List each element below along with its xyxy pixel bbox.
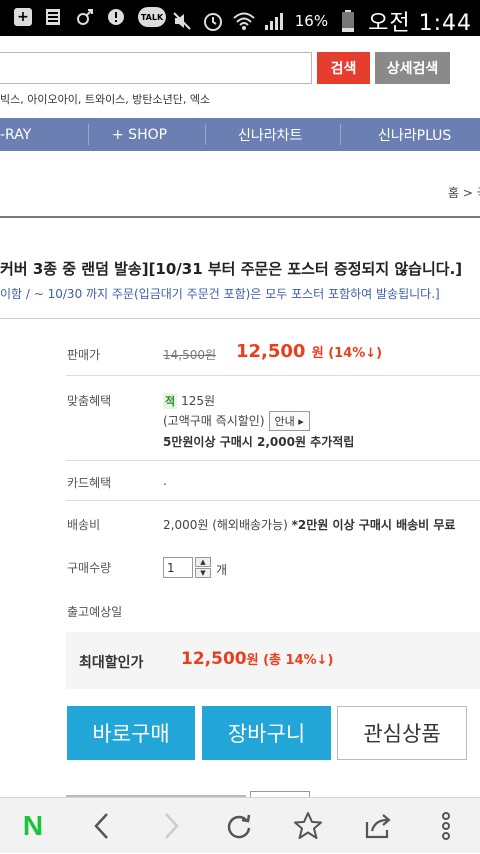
back-button[interactable]: [72, 798, 132, 854]
back-icon: [94, 813, 108, 839]
divider: [0, 216, 480, 218]
decrease-quantity-icon[interactable]: ▼: [195, 568, 211, 578]
shipping-value: 2,000원 (해외배송가능): [163, 518, 292, 532]
quantity-input[interactable]: 1: [163, 557, 193, 578]
points-value: 125원: [181, 394, 216, 408]
add-to-cart-button[interactable]: 장바구니: [202, 706, 331, 760]
share-button[interactable]: [348, 798, 408, 854]
sale-price: 12,500 원 (14%↓): [236, 341, 382, 362]
status-bar: + TALK 16% 오전 1:44: [0, 0, 480, 36]
increase-quantity-icon[interactable]: ▲: [195, 557, 211, 567]
quantity-unit: 개: [216, 563, 228, 577]
sale-price-unit: 원 (14%↓): [311, 346, 383, 361]
search-input[interactable]: [0, 52, 312, 84]
points-row: 적 125원: [163, 392, 215, 409]
nav-divider: [88, 124, 89, 145]
alert-icon: [106, 6, 128, 28]
divider: [66, 460, 480, 461]
shipping-note: *2만원 이상 구매시 배송비 무료: [291, 518, 456, 532]
card-benefit-value: .: [163, 474, 167, 488]
naver-home-button[interactable]: N: [3, 798, 63, 854]
bookmark-button[interactable]: [278, 798, 338, 854]
add-icon: +: [14, 8, 32, 26]
price-label: 판매가: [67, 348, 101, 362]
divider: [0, 318, 480, 319]
product-notice: 이함 / ~ 10/30 까지 주문(입금대기 주문건 포함)은 모두 포스터 …: [0, 287, 440, 301]
battery-percent: 16%: [294, 12, 329, 30]
product-title: 커버 3종 중 랜덤 발송][10/31 부터 주문은 포스터 증정되지 않습니…: [0, 260, 463, 278]
nav-divider: [205, 124, 206, 145]
shipping-row: 2,000원 (해외배송가능) *2만원 이상 구매시 배송비 무료: [163, 516, 455, 533]
shipping-label: 배송비: [67, 518, 101, 532]
points-note-row: (고액구매 즉시할인) 안내 ▸: [163, 411, 310, 431]
buy-now-button[interactable]: 바로구매: [67, 706, 195, 760]
release-date-label: 출고예상일: [67, 605, 123, 619]
max-discount-label: 최대할인가: [79, 655, 144, 671]
benefit-label: 맞춤혜택: [67, 394, 112, 408]
search-button[interactable]: 검색: [317, 52, 370, 84]
divider: [66, 500, 480, 501]
talk-icon: TALK: [138, 7, 166, 27]
category-nav: -RAY + SHOP 신나라차트 신나라PLUS: [0, 118, 480, 151]
sale-price-value: 12,500: [236, 341, 306, 362]
quantity-stepper: ▲ ▼: [195, 557, 211, 578]
more-menu-icon: [442, 812, 450, 840]
nav-item-bluray[interactable]: -RAY: [0, 118, 31, 151]
naver-logo: N: [22, 810, 44, 841]
forward-button[interactable]: [141, 798, 201, 854]
forward-icon: [165, 813, 179, 839]
refresh-button[interactable]: [209, 798, 269, 854]
max-discount-value: 12,500: [181, 649, 247, 669]
quantity-label: 구매수량: [67, 561, 112, 575]
more-menu-button[interactable]: [416, 798, 476, 854]
points-note: (고액구매 즉시할인): [163, 414, 265, 428]
browser-toolbar: N: [0, 797, 480, 853]
original-price: 14,500원: [163, 348, 217, 362]
bookmark-star-icon: [294, 812, 322, 839]
breadcrumb[interactable]: 홈 > 국: [448, 184, 480, 201]
gender-icon: [74, 6, 96, 28]
nav-item-plus[interactable]: 신나라PLUS: [378, 118, 451, 151]
nav-item-chart[interactable]: 신나라차트: [238, 118, 302, 151]
popular-keywords[interactable]: 빅스, 아이오아이, 트와이스, 방탄소년단, 엑소: [0, 91, 210, 107]
mute-icon: [171, 10, 193, 32]
nav-divider: [340, 124, 341, 145]
refresh-icon: [227, 814, 251, 839]
alarm-icon: [202, 10, 224, 32]
wishlist-button[interactable]: 관심상품: [337, 706, 467, 760]
nav-item-shop[interactable]: + SHOP: [112, 118, 167, 151]
points-extra: 5만원이상 구매시 2,000원 추가적립: [163, 435, 355, 449]
guide-button[interactable]: 안내 ▸: [268, 411, 310, 431]
battery-icon: [337, 10, 359, 32]
card-benefit-label: 카드혜택: [67, 476, 112, 490]
max-discount-unit: 원 (총 14%↓): [246, 653, 334, 668]
signal-icon: [264, 10, 286, 32]
clock: 오전 1:44: [368, 11, 472, 36]
divider: [66, 375, 480, 376]
max-discount-price: 12,500원 (총 14%↓): [181, 649, 333, 669]
search-bar: 검색 상세검색: [0, 52, 480, 84]
wifi-icon: [233, 10, 255, 32]
sim-icon: [42, 6, 64, 28]
share-icon: [365, 814, 391, 839]
advanced-search-button[interactable]: 상세검색: [375, 52, 450, 84]
points-badge: 적: [163, 393, 178, 409]
